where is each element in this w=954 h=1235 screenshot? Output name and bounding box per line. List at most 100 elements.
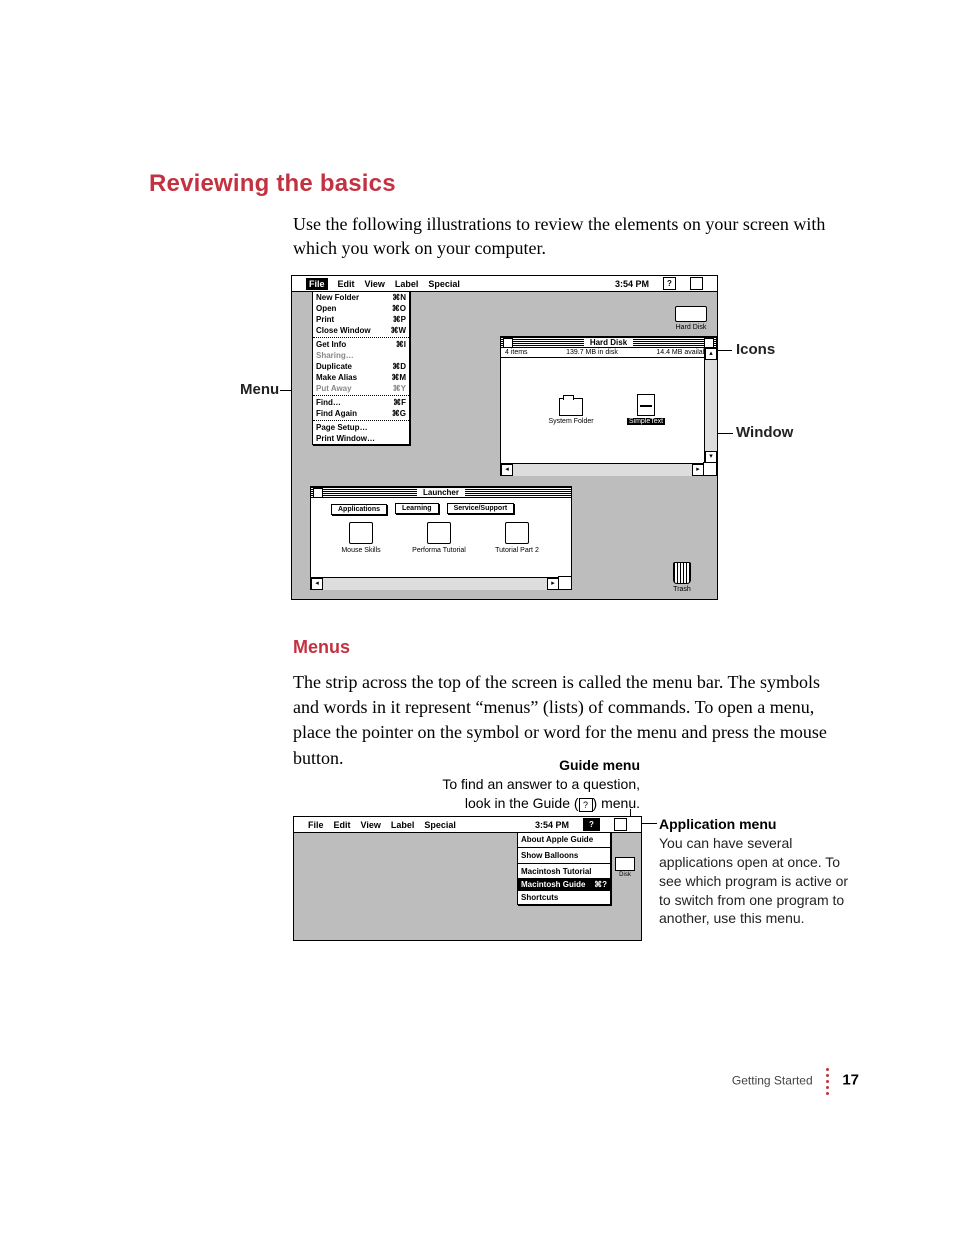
menubar: File Edit View Label Special 3:54 PM ? [294,817,641,833]
menu-item[interactable]: Find…⌘F [313,397,409,408]
section-heading: Reviewing the basics [149,170,859,198]
footer-dots [826,1065,829,1098]
menu-item-selected[interactable]: Macintosh Guide⌘? [518,878,610,891]
file-menu-dropdown: New Folder⌘NOpen⌘OPrint⌘PClose Window⌘W G… [312,291,410,445]
menu-item[interactable]: Show Balloons [518,849,610,862]
launcher-apps: Mouse Skills Performa Tutorial Tutorial … [311,516,571,560]
menu-item-shortcut: ⌘? [594,880,607,889]
launcher-tabs: Applications Learning Service/Support [311,498,571,516]
menu-item[interactable]: Print⌘P [313,314,409,325]
menubar: File Edit View Label Special 3:54 PM ? [292,276,717,292]
drive-icon [615,857,635,871]
appmenu-title: Application menu [659,815,859,834]
menubar-clock: 3:54 PM [535,820,569,830]
horizontal-scrollbar[interactable]: ◂ ▸ [501,463,704,476]
doc-label: SimpleText [627,418,665,425]
resize-box[interactable] [558,576,572,590]
zoom-box[interactable] [704,338,714,348]
guide-menu-dropdown: About Apple Guide Show Balloons Macintos… [517,832,611,905]
scroll-left-arrow[interactable]: ◂ [311,578,323,590]
menu-item[interactable]: Make Alias⌘M [313,372,409,383]
system-folder-icon[interactable]: System Folder [541,398,601,425]
help-menu-icon[interactable]: ? [663,277,676,290]
menu-item[interactable]: Get Info⌘I [313,339,409,350]
appmenu-body: You can have several applications open a… [659,834,859,928]
menu-item[interactable]: Put Away⌘Y [313,383,409,394]
app-performa-tutorial[interactable]: Performa Tutorial [405,522,473,554]
app-label: Performa Tutorial [405,547,473,554]
launcher-window: Launcher Applications Learning Service/S… [310,486,572,590]
figure-guide-menu: File Edit View Label Special 3:54 PM ? A… [293,816,642,941]
hard-disk-label: Hard Disk [671,324,711,331]
app-icon [505,522,529,544]
menu-item[interactable]: Sharing… [313,350,409,361]
callout-icons: Icons [736,341,775,358]
menu-item[interactable]: New Folder⌘N [313,292,409,303]
tab-applications[interactable]: Applications [331,504,387,515]
footer-section: Getting Started [732,1074,813,1088]
finder-window: Hard Disk 4 items 139.7 MB in disk 14.4 … [500,336,717,476]
application-menu-callout: Application menu You can have several ap… [659,815,859,928]
help-menu-icon[interactable]: ? [583,818,600,831]
menu-label[interactable]: Label [395,279,419,289]
drive-icon [675,306,707,322]
menu-item[interactable]: Close Window⌘W [313,325,409,336]
app-icon [427,522,451,544]
menu-edit[interactable]: Edit [338,279,355,289]
subsection-heading: Menus [293,637,350,658]
horizontal-scrollbar[interactable]: ◂ ▸ [311,577,559,590]
application-menu-icon[interactable] [614,818,627,831]
vertical-scrollbar[interactable]: ▴ ▾ [704,348,717,463]
lead-line [716,350,732,351]
menu-file[interactable]: File [308,820,324,830]
disk-label: Disk [612,872,638,878]
info-items: 4 items [505,349,528,356]
menu-file[interactable]: File [306,278,328,290]
intro-paragraph: Use the following illustrations to revie… [293,212,833,261]
app-label: Mouse Skills [327,547,395,554]
guide-caption-line2: look in the Guide (?) menu. [293,794,640,813]
menu-item[interactable]: Duplicate⌘D [313,361,409,372]
close-box[interactable] [313,488,323,498]
page-number: 17 [842,1072,859,1089]
window-titlebar[interactable]: Hard Disk [501,337,716,348]
folder-label: System Folder [541,418,601,425]
trash-can-icon [673,562,691,584]
resize-box[interactable] [703,462,717,476]
launcher-title: Launcher [417,488,465,497]
menubar-clock: 3:54 PM [615,279,649,289]
trash-label: Trash [665,586,699,593]
app-tutorial-part-2[interactable]: Tutorial Part 2 [483,522,551,554]
tab-service-support[interactable]: Service/Support [447,503,515,514]
figure-desktop: File Edit View Label Special 3:54 PM ? N… [291,275,718,600]
menu-special[interactable]: Special [424,820,456,830]
menu-item[interactable]: Macintosh Tutorial [518,865,610,878]
menu-item[interactable]: Find Again⌘G [313,408,409,419]
application-menu-icon[interactable] [690,277,703,290]
menu-label[interactable]: Label [391,820,415,830]
menu-view[interactable]: View [361,820,381,830]
trash-icon[interactable]: Trash [665,562,699,593]
menu-item[interactable]: Print Window… [313,433,409,444]
menu-edit[interactable]: Edit [334,820,351,830]
app-label: Tutorial Part 2 [483,547,551,554]
guide-caption-title: Guide menu [293,756,640,775]
close-box[interactable] [503,338,513,348]
page-footer: Getting Started 17 [0,1065,859,1098]
app-mouse-skills[interactable]: Mouse Skills [327,522,395,554]
scroll-left-arrow[interactable]: ◂ [501,464,513,476]
menu-item[interactable]: Open⌘O [313,303,409,314]
menu-view[interactable]: View [365,279,385,289]
hard-disk-desktop-icon[interactable]: Hard Disk [671,306,711,331]
guide-caption-line1: To find an answer to a question, [293,775,640,794]
disk-desktop-icon[interactable]: Disk [612,857,638,878]
menu-item[interactable]: About Apple Guide [518,833,610,846]
tab-learning[interactable]: Learning [395,503,439,514]
scroll-up-arrow[interactable]: ▴ [705,348,717,360]
info-disk: 139.7 MB in disk [566,349,618,356]
menu-item[interactable]: Page Setup… [313,422,409,433]
launcher-titlebar[interactable]: Launcher [311,487,571,498]
menu-item[interactable]: Shortcuts [518,891,610,904]
menu-special[interactable]: Special [428,279,460,289]
simpletext-icon[interactable]: SimpleText [616,394,676,425]
